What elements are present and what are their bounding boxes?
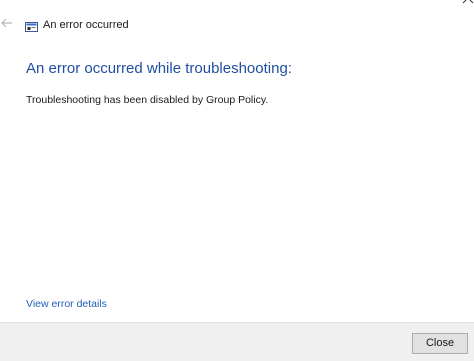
error-heading: An error occurred while troubleshooting: <box>26 60 292 77</box>
dialog-footer: Close <box>0 322 474 361</box>
error-message: Troubleshooting has been disabled by Gro… <box>26 94 269 106</box>
view-error-details-link[interactable]: View error details <box>26 297 107 311</box>
back-arrow-icon[interactable] <box>0 16 14 30</box>
window-title: An error occurred <box>43 19 129 31</box>
close-button[interactable]: Close <box>412 333 468 354</box>
title-bar: An error occurred <box>0 0 474 44</box>
troubleshooter-icon <box>25 19 38 32</box>
close-icon[interactable] <box>462 0 474 4</box>
troubleshooter-window: An error occurred An error occurred whil… <box>0 0 474 361</box>
